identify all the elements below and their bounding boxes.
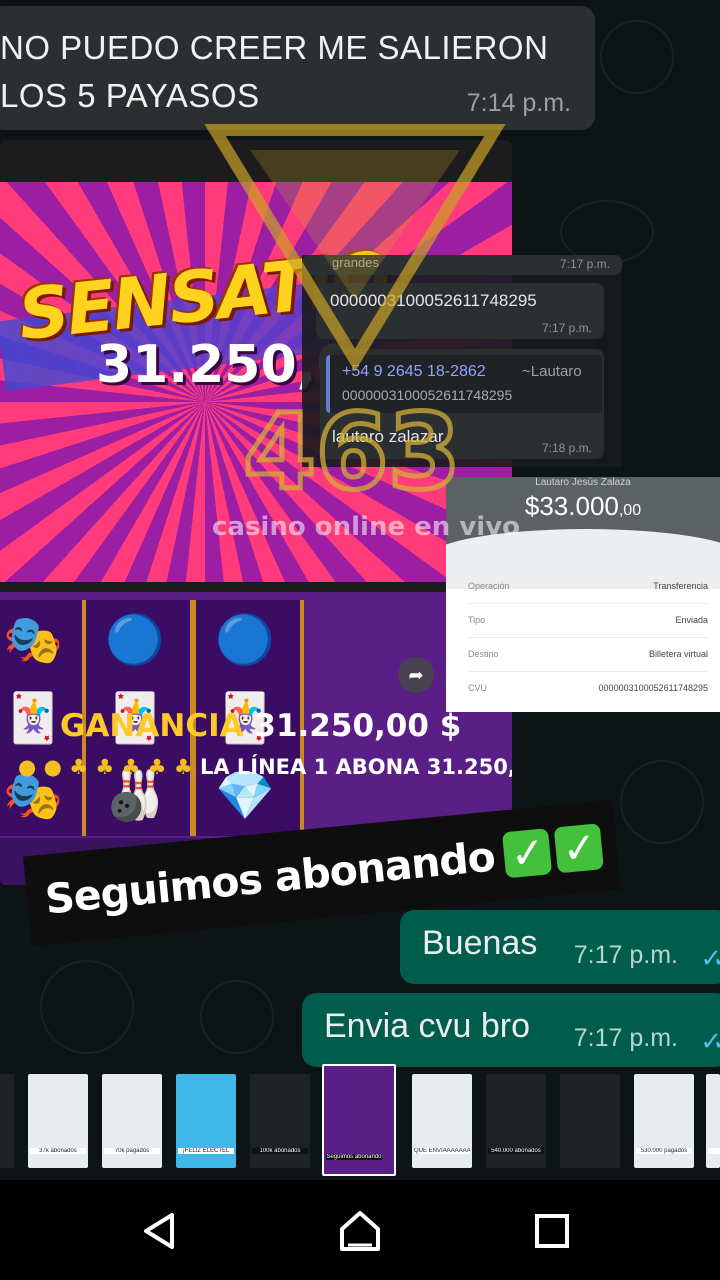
- mini-chat-screenshot[interactable]: grandes 7:17 p.m. 0000003100052611748295…: [302, 255, 622, 467]
- recents-button[interactable]: [522, 1206, 582, 1256]
- thumbnail-caption: ¡FELIZ ELECTEL: [178, 1148, 234, 1154]
- row-label: CVU: [468, 683, 488, 693]
- mini-message: grandes 7:17 p.m.: [302, 255, 622, 275]
- receipt-amount-cents: ,00: [618, 502, 642, 519]
- message-text: Buenas: [422, 924, 538, 962]
- story-thumbnail[interactable]: 50k: [706, 1074, 720, 1168]
- row-value: Transferencia: [653, 581, 708, 591]
- thumbnail-caption: 37k abonados: [30, 1148, 86, 1154]
- ganancia-value: 31.250,00 $: [254, 708, 462, 744]
- story-thumbnail[interactable]: 70k pagados: [102, 1074, 162, 1168]
- wallpaper-doodle: [620, 760, 704, 844]
- read-ticks-icon: ✓✓: [700, 1026, 720, 1056]
- story-thumbnail-strip: 37k abonados 70k pagados ¡FELIZ ELECTEL …: [0, 1064, 720, 1180]
- thumbnail-caption: 50k: [708, 1148, 720, 1154]
- thumbnail-caption: 530.000 pagados: [636, 1148, 692, 1154]
- story-thumbnail-selected[interactable]: Seguimos abonando: [322, 1064, 396, 1176]
- line-win-label: LA LÍNEA 1 ABONA 31.250,00 $: [199, 755, 512, 779]
- android-nav-bar: [0, 1180, 720, 1280]
- forward-icon[interactable]: ➦: [398, 657, 434, 693]
- recents-square-icon: [535, 1214, 569, 1248]
- story-thumbnail[interactable]: [560, 1074, 620, 1168]
- thumbnail-caption: QUE ENVIAAAAAAA: [414, 1148, 470, 1154]
- reply-text: lautaro zalazar: [332, 427, 444, 446]
- ganancia-title: GANANCIA: [60, 708, 244, 744]
- check-icon: ✓: [502, 828, 553, 879]
- read-ticks-icon: ✓✓: [700, 943, 720, 973]
- receipt-row: Tipo Enviada: [468, 615, 708, 638]
- jester-hat-icon: 🎭: [3, 613, 63, 667]
- quote-phone: +54 9 2645 18-2862: [342, 363, 486, 380]
- message-time: 7:17 p.m.: [573, 1024, 678, 1052]
- thumbnail-caption: 100k abonados: [252, 1148, 308, 1154]
- coin-icons: ● ● ♣ ♣ ♣ ♣ ♣: [18, 755, 200, 779]
- row-label: Destino: [468, 649, 499, 659]
- story-thumbnail[interactable]: [0, 1074, 14, 1168]
- blue-orb-icon: 🔵: [105, 613, 165, 667]
- mini-time: 7:17 p.m.: [559, 257, 610, 271]
- outgoing-message[interactable]: Envia cvu bro 7:17 p.m. ✓✓: [302, 993, 720, 1067]
- mini-cvu-message: 0000003100052611748295 7:17 p.m.: [316, 283, 604, 339]
- receipt-amount-main: $33.000: [524, 491, 619, 521]
- home-button[interactable]: [330, 1206, 390, 1256]
- quote-name: ~Lautaro: [522, 363, 582, 380]
- wallpaper-doodle: [200, 980, 274, 1054]
- story-thumbnail[interactable]: 530.000 pagados: [634, 1074, 694, 1168]
- receipt-row: CVU 0000003100052611748295: [468, 683, 708, 705]
- mini-label: grandes: [332, 255, 379, 270]
- back-triangle-icon: [144, 1213, 174, 1249]
- row-value: 0000003100052611748295: [598, 683, 708, 693]
- wallpaper-doodle: [600, 20, 674, 94]
- thumbnail-caption: Seguimos abonando: [326, 1154, 382, 1160]
- thumbnail-caption: 540.000 abonados: [488, 1148, 544, 1154]
- receipt-row: Destino Billetera virtual: [468, 649, 708, 672]
- story-thumbnail[interactable]: 100k abonados: [250, 1074, 310, 1168]
- message-time: 7:14 p.m.: [466, 89, 571, 117]
- line-win-text: ● ● ♣ ♣ ♣ ♣ ♣ LA LÍNEA 1 ABONA 31.250,00…: [18, 755, 512, 779]
- story-thumbnail[interactable]: ¡FELIZ ELECTEL: [176, 1074, 236, 1168]
- ganancia-label: GANANCIA 31.250,00 $: [60, 708, 461, 744]
- row-value: Billetera virtual: [648, 649, 708, 659]
- watermark-tagline: casino online en vivo: [212, 512, 521, 542]
- outgoing-message[interactable]: Buenas 7:17 p.m. ✓✓: [400, 910, 720, 984]
- mini-time: 7:18 p.m.: [541, 441, 592, 455]
- quoted-message: +54 9 2645 18-2862 ~Lautaro 000000310005…: [326, 355, 602, 413]
- quote-cvu: 0000003100052611748295: [342, 387, 513, 403]
- message-time: 7:17 p.m.: [573, 941, 678, 969]
- story-thumbnail[interactable]: 540.000 abonados: [486, 1074, 546, 1168]
- check-icon: ✓: [553, 823, 605, 874]
- mini-time: 7:17 p.m.: [541, 321, 592, 335]
- mini-reply-message: +54 9 2645 18-2862 ~Lautaro 000000310005…: [320, 349, 604, 459]
- chat-screen: NO PUEDO CREER ME SALIERON LOS 5 PAYASOS…: [0, 0, 720, 1180]
- receipt-row: Operación Transferencia: [468, 581, 708, 604]
- row-label: Operación: [468, 581, 510, 591]
- story-thumbnail[interactable]: 37k abonados: [28, 1074, 88, 1168]
- wallpaper-doodle: [40, 960, 134, 1054]
- blue-orb-icon: 🔵: [215, 613, 275, 667]
- receipt-name: Lautaro Jesús Zalaza: [535, 477, 631, 488]
- back-button[interactable]: [130, 1206, 190, 1256]
- row-value: Enviada: [675, 615, 708, 625]
- message-text: Envia cvu bro: [324, 1007, 530, 1045]
- row-label: Tipo: [468, 615, 486, 625]
- incoming-message[interactable]: NO PUEDO CREER ME SALIERON LOS 5 PAYASOS…: [0, 6, 595, 130]
- story-thumbnail[interactable]: QUE ENVIAAAAAAA: [412, 1074, 472, 1168]
- thumbnail-caption: 70k pagados: [104, 1148, 160, 1154]
- home-icon: [340, 1211, 380, 1251]
- mini-cvu-text: 0000003100052611748295: [330, 291, 537, 310]
